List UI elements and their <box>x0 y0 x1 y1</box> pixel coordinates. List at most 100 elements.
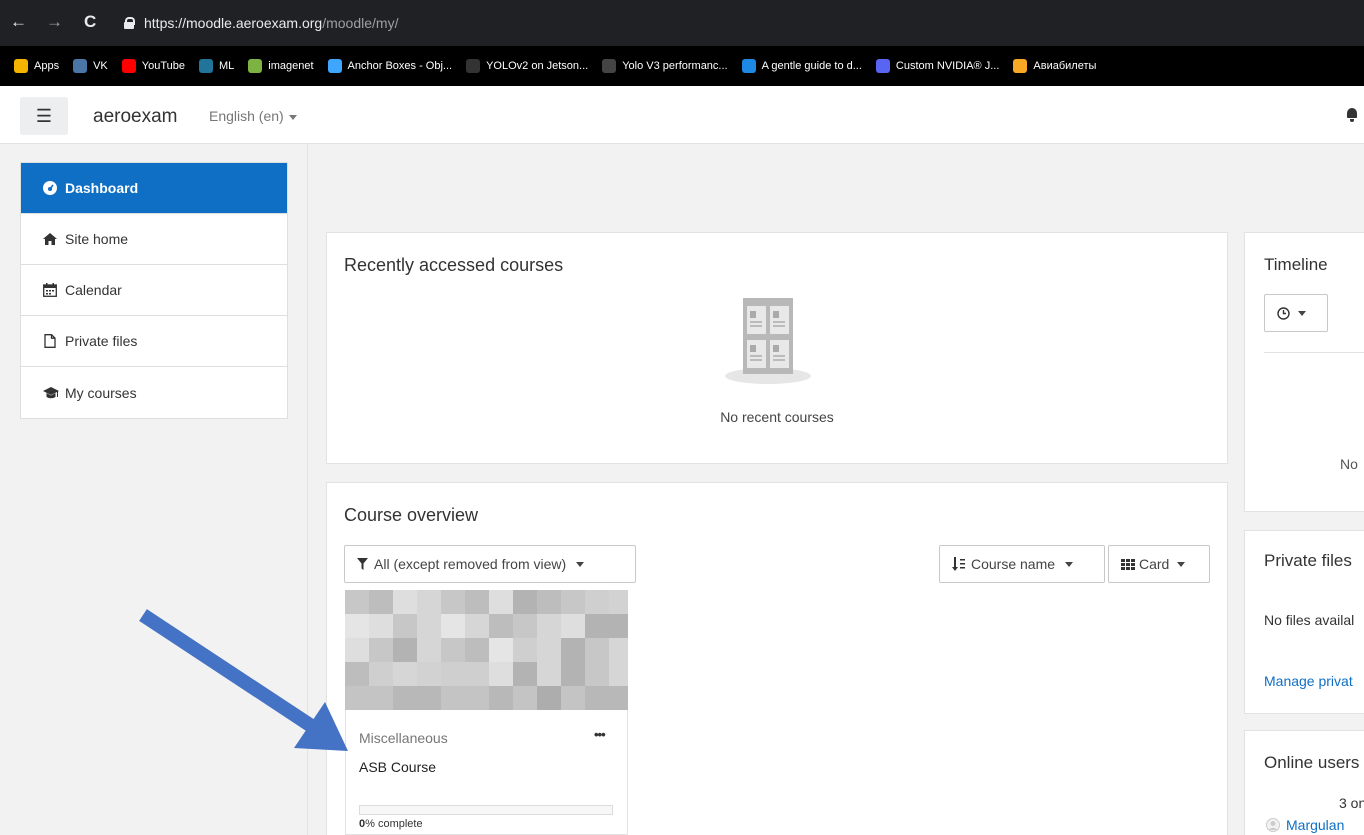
notification-bell-icon[interactable] <box>1346 108 1358 122</box>
course-progress-bar <box>359 805 613 815</box>
language-selector[interactable]: English (en) <box>209 108 297 124</box>
forward-arrow-icon[interactable]: → <box>46 12 63 32</box>
bookmark-label: YOLOv2 on Jetson... <box>486 60 589 72</box>
youtube-icon <box>121 59 136 73</box>
course-image-tile <box>609 590 628 614</box>
course-name-link[interactable]: ASB Course <box>359 759 436 775</box>
course-image-tile <box>513 590 537 614</box>
clock-icon <box>1277 306 1290 320</box>
bookmark-item[interactable]: Apps <box>14 59 59 73</box>
browser-toolbar: ← → C https://moodle.aeroexam.org/moodle… <box>0 0 1364 46</box>
site-header: ☰ aeroexam English (en) <box>0 86 1364 144</box>
bookmark-item[interactable]: Anchor Boxes - Obj... <box>327 59 453 73</box>
nav-item-my-courses[interactable]: My courses <box>21 367 287 418</box>
timeline-filter-dropdown[interactable] <box>1264 294 1328 332</box>
apps-grid-icon <box>14 59 28 73</box>
bookmark-item[interactable]: YouTube <box>121 59 185 73</box>
course-image-tile <box>417 686 441 710</box>
vk-icon <box>73 59 88 73</box>
bookmark-item[interactable]: A gentle guide to d... <box>741 59 862 73</box>
course-image-tile <box>537 614 561 638</box>
manage-private-files-link[interactable]: Manage privat <box>1264 673 1353 689</box>
grid-view-icon <box>1121 558 1135 570</box>
course-image-tile <box>441 614 465 638</box>
caret-down-icon <box>1065 561 1074 567</box>
p-icon <box>741 59 756 73</box>
sort-alpha-icon <box>952 557 965 571</box>
bookmark-label: Custom NVIDIA® J... <box>895 60 1000 72</box>
course-image-tile <box>417 638 441 662</box>
course-image-tile <box>369 686 393 710</box>
reload-icon[interactable]: C <box>84 12 96 32</box>
course-image-tile <box>513 686 537 710</box>
sort-dropdown[interactable]: Course name <box>939 545 1105 583</box>
course-image-tile <box>561 590 585 614</box>
course-image-tile <box>585 614 609 638</box>
bookmark-label: Anchor Boxes - Obj... <box>347 60 453 72</box>
course-image-tile <box>465 686 489 710</box>
course-image[interactable] <box>345 590 628 711</box>
site-brand[interactable]: aeroexam <box>93 106 178 128</box>
bookmark-label: VK <box>93 60 108 72</box>
timeline-divider <box>1264 352 1364 353</box>
course-image-tile <box>369 638 393 662</box>
bookmark-item[interactable]: imagenet <box>248 59 314 73</box>
blank-page-icon <box>602 59 617 73</box>
bookmark-label: Yolo V3 performanc... <box>622 60 728 72</box>
recent-courses-title: Recently accessed courses <box>344 255 564 275</box>
online-users-count: 3 on <box>1339 795 1364 811</box>
nav-item-label: My courses <box>65 384 137 401</box>
course-image-tile <box>537 590 561 614</box>
nav-item-dashboard[interactable]: Dashboard <box>21 163 287 214</box>
nav-item-calendar[interactable]: Calendar <box>21 265 287 316</box>
nav-item-site-home[interactable]: Site home <box>21 214 287 265</box>
bookmark-label: ML <box>219 60 235 72</box>
course-image-tile <box>417 662 441 686</box>
bookmark-item[interactable]: Yolo V3 performanc... <box>602 59 728 73</box>
course-overview-title: Course overview <box>344 505 479 525</box>
course-image-tile <box>561 614 585 638</box>
online-users-title: Online users <box>1264 753 1360 772</box>
course-filter-dropdown[interactable]: All (except removed from view) <box>344 545 636 583</box>
nav-item-label: Private files <box>65 333 138 349</box>
course-image-tile <box>489 614 513 638</box>
timeline-empty-text: No <box>1340 456 1358 472</box>
discord-icon <box>875 59 890 73</box>
back-arrow-icon[interactable]: ← <box>10 12 27 32</box>
home-icon <box>43 232 57 246</box>
course-actions-menu-icon[interactable]: ••• <box>594 727 606 742</box>
course-image-tile <box>417 590 441 614</box>
bookmark-item[interactable]: VK <box>73 59 108 73</box>
course-image-tile <box>489 638 513 662</box>
course-image-tile <box>585 590 609 614</box>
graduation-cap-icon <box>43 386 59 400</box>
course-image-tile <box>369 614 393 638</box>
course-image-tile <box>609 638 628 662</box>
course-image-tile <box>369 662 393 686</box>
course-image-tile <box>537 662 561 686</box>
address-bar[interactable]: https://moodle.aeroexam.org/moodle/my/ <box>124 10 398 36</box>
menu-toggle-button[interactable]: ☰ <box>20 97 68 135</box>
course-image-tile <box>417 614 441 638</box>
course-image-tile <box>561 662 585 686</box>
course-image-tile <box>441 662 465 686</box>
online-user-link[interactable]: Margulan <box>1266 817 1344 833</box>
bookmark-item[interactable]: YOLOv2 on Jetson... <box>466 59 588 73</box>
nav-item-private-files[interactable]: Private files <box>21 316 287 367</box>
course-image-tile <box>465 662 489 686</box>
course-image-tile <box>585 662 609 686</box>
course-image-tile <box>369 590 393 614</box>
bookmark-item[interactable]: Авиабилеты <box>1013 59 1096 73</box>
nav-drawer: Dashboard Site home Calendar Private files M… <box>0 144 308 835</box>
bookmark-label: A gentle guide to d... <box>761 60 862 72</box>
bookmark-item[interactable]: Custom NVIDIA® J... <box>875 59 1000 73</box>
course-image-tile <box>513 614 537 638</box>
bookmark-item[interactable]: ML <box>199 59 234 73</box>
nav-list: Dashboard Site home Calendar Private files M… <box>20 162 288 419</box>
view-dropdown[interactable]: Card <box>1108 545 1210 583</box>
bookmark-label: Авиабилеты <box>1033 60 1097 72</box>
lock-icon <box>124 17 135 29</box>
language-label: English (en) <box>209 108 284 124</box>
bookmark-label: YouTube <box>141 60 185 72</box>
course-image-tile <box>441 590 465 614</box>
